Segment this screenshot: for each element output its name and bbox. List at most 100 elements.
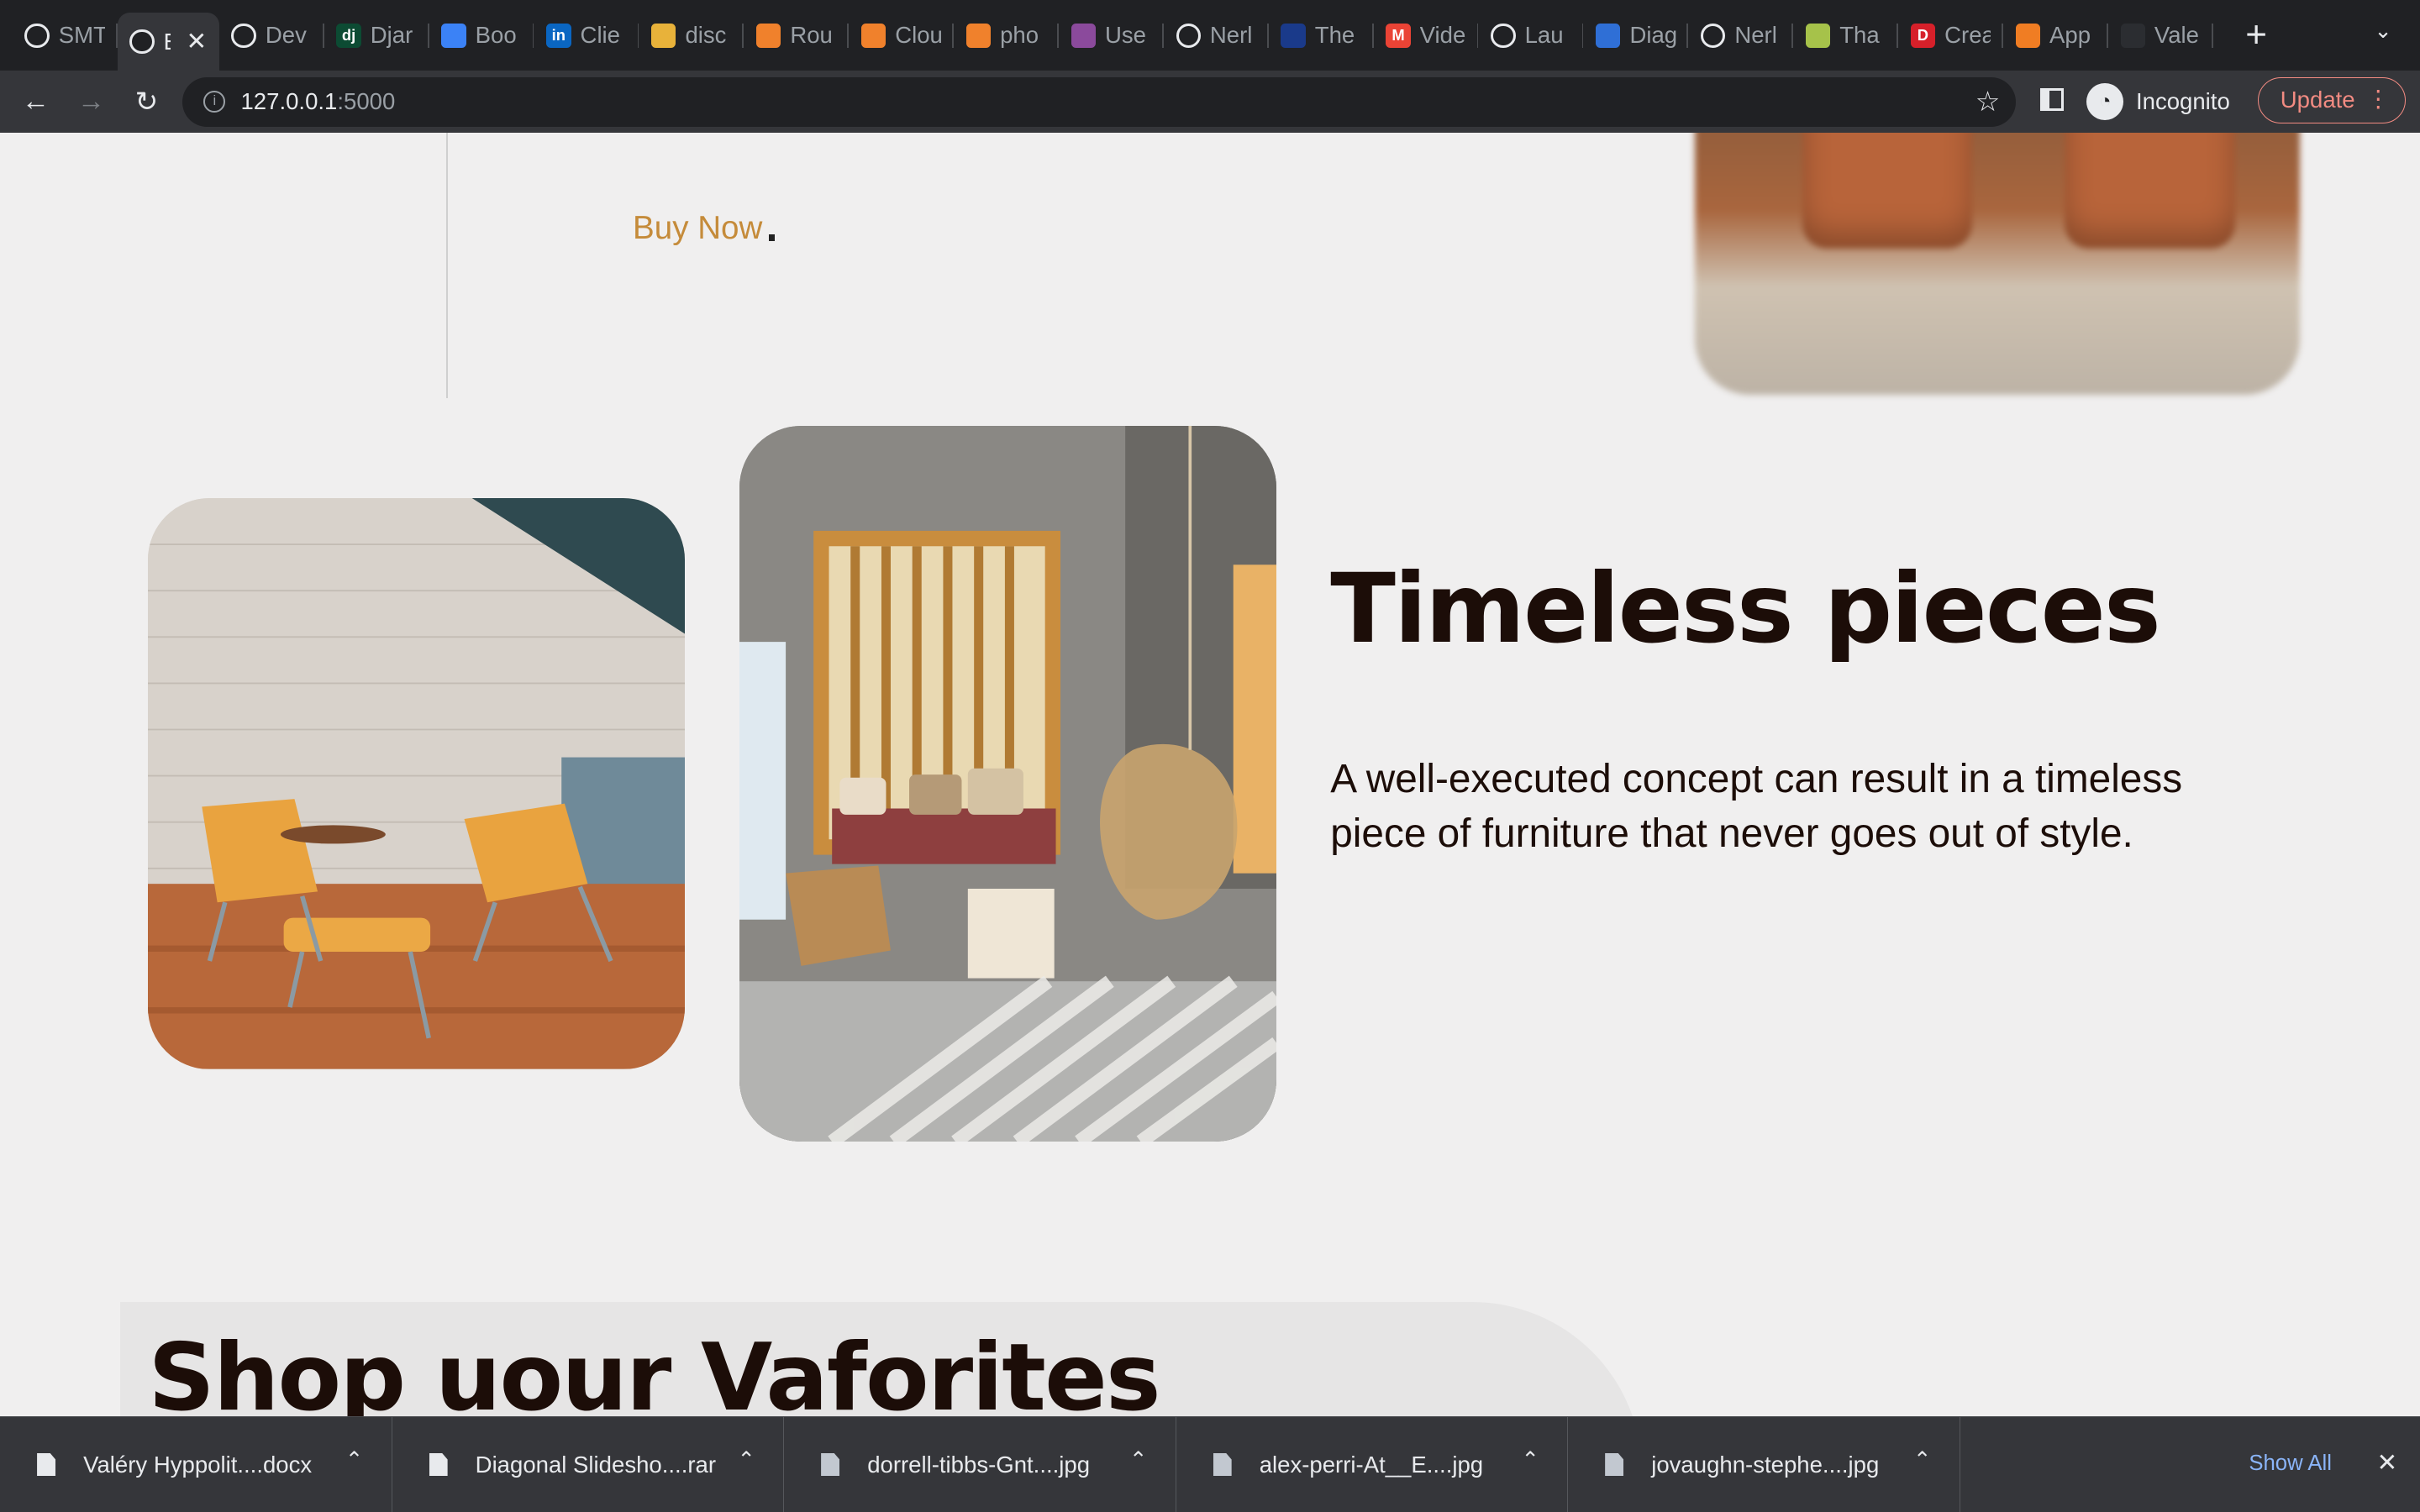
spinner-icon <box>441 23 466 48</box>
browser-tab[interactable]: M Vide <box>1374 9 1479 61</box>
tab-title: Tha <box>1839 22 1880 49</box>
browser-tab[interactable]: Lau <box>1478 9 1584 61</box>
diagram-icon <box>1596 23 1621 48</box>
browser-tab[interactable]: D Crea <box>1898 9 2003 61</box>
reload-button[interactable]: ↻ <box>118 85 174 118</box>
browser-tab[interactable]: Tha <box>1793 9 1899 61</box>
browser-tab[interactable]: dj Djar <box>324 9 429 61</box>
download-filename: Diagonal Slidesho....rar <box>475 1451 717 1478</box>
download-filename: Valéry Hyppolit....docx <box>83 1451 313 1478</box>
chevron-up-icon[interactable]: ⌃ <box>1521 1447 1539 1473</box>
chevron-up-icon[interactable]: ⌃ <box>737 1447 755 1473</box>
file-icon <box>1605 1452 1624 1477</box>
tab-title: Dev <box>265 22 307 49</box>
update-button[interactable]: Update ⋮ <box>2258 76 2407 123</box>
url-port: :5000 <box>337 88 396 115</box>
show-all-button[interactable]: Show All <box>2226 1439 2355 1488</box>
globe-icon <box>1491 23 1516 48</box>
tab-title: The <box>1314 22 1355 49</box>
hexagon-icon <box>1071 23 1096 48</box>
download-item[interactable]: alex-perri-At__E....jpg ⌃ <box>1176 1416 1569 1512</box>
favorites-title: Shop uour Vaforites <box>148 1323 1160 1417</box>
download-filename: alex-perri-At__E....jpg <box>1259 1451 1484 1478</box>
file-icon <box>429 1452 448 1477</box>
tab-strip: SMTE✕DevdjDjarBooinCliediscRouClouphoUse… <box>0 0 2420 71</box>
tab-title: Boo <box>475 22 517 49</box>
forward-button[interactable]: → <box>63 86 118 118</box>
file-icon <box>1213 1452 1232 1477</box>
tab-title: Nerl <box>1209 22 1253 49</box>
browser-tab[interactable]: Nerl <box>1164 9 1269 61</box>
globe-icon <box>1700 23 1726 48</box>
chairs-brick-wall-image <box>148 498 686 1069</box>
d-icon: D <box>1910 23 1936 48</box>
tab-title: Clou <box>895 22 942 49</box>
browser-tab[interactable]: Vale <box>2108 9 2213 61</box>
browser-tab[interactable]: SMT <box>13 9 118 61</box>
buy-now-dot <box>768 234 776 241</box>
tab-close-icon[interactable]: ✕ <box>186 27 207 56</box>
tab-title: disc <box>685 22 727 49</box>
browser-tab[interactable]: in Clie <box>534 9 639 61</box>
tab-title: Djar <box>370 22 413 49</box>
menu-dots-icon[interactable]: ⋮ <box>2366 86 2390 113</box>
tab-title: Lau <box>1524 22 1564 49</box>
buy-now-link[interactable]: Buy Now <box>633 210 762 247</box>
download-filename: dorrell-tibbs-Gnt....jpg <box>867 1451 1091 1478</box>
tab-title: Vide <box>1419 22 1466 49</box>
tab-title: E <box>164 29 171 55</box>
update-label: Update <box>2280 87 2355 113</box>
cushion-shape <box>2065 132 2235 249</box>
address-bar[interactable]: i 127.0.0.1:5000 ☆ <box>182 76 2016 127</box>
tab-title: Diag <box>1629 22 1676 49</box>
back-button[interactable]: ← <box>8 86 63 118</box>
box-icon <box>651 23 676 48</box>
browser-tab[interactable]: Dev <box>219 9 324 61</box>
browser-tab[interactable]: App <box>2003 9 2108 61</box>
file-icon <box>37 1452 56 1477</box>
side-panel-icon[interactable] <box>2040 87 2064 112</box>
browser-tab[interactable]: E✕ <box>117 12 219 71</box>
browser-tab[interactable]: Nerl <box>1688 9 1794 61</box>
browser-tab[interactable]: The <box>1269 9 1374 61</box>
section-heading: Timeless pieces <box>1330 552 2161 664</box>
close-icon[interactable]: ✕ <box>2377 1448 2398 1478</box>
download-item[interactable]: Valéry Hyppolit....docx ⌃ <box>0 1416 392 1512</box>
gmail-icon: M <box>1386 23 1411 48</box>
globe-icon <box>129 29 155 55</box>
download-item[interactable]: Diagonal Slidesho....rar ⌃ <box>392 1416 785 1512</box>
section-paragraph: A well-executed concept can result in a … <box>1330 757 2183 856</box>
new-tab-button[interactable]: + <box>2234 14 2277 56</box>
download-item[interactable]: dorrell-tibbs-Gnt....jpg ⌃ <box>784 1416 1176 1512</box>
info-icon[interactable]: i <box>203 91 226 113</box>
tab-title: Rou <box>790 22 833 49</box>
cube-icon <box>860 23 886 48</box>
browser-tab[interactable]: Boo <box>429 9 534 61</box>
file-icon <box>821 1452 840 1477</box>
browser-tab[interactable]: Clou <box>849 9 955 61</box>
chevron-up-icon[interactable]: ⌃ <box>1913 1447 1932 1473</box>
chevron-up-icon[interactable]: ⌃ <box>345 1447 364 1473</box>
chevron-up-icon[interactable]: ⌃ <box>1129 1447 1148 1473</box>
incognito-icon: ◔ <box>2086 83 2124 121</box>
downloads-bar: Valéry Hyppolit....docx ⌃ Diagonal Slidesh… <box>0 1416 2420 1512</box>
browser-tab[interactable]: pho <box>954 9 1059 61</box>
cushion-shape <box>1802 132 1973 249</box>
browser-tab[interactable]: Use <box>1059 9 1164 61</box>
browser-tab[interactable]: Diag <box>1583 9 1689 61</box>
wave-icon <box>1281 23 1306 48</box>
tab-title: Clie <box>580 22 621 49</box>
tab-title: Nerl <box>1734 22 1777 49</box>
download-item[interactable]: jovaughn-stephe....jpg ⌃ <box>1568 1416 1960 1512</box>
tab-title: Crea <box>1944 22 1991 49</box>
linkedin-icon: in <box>546 23 571 48</box>
browser-tab[interactable]: disc <box>639 9 744 61</box>
tab-search-chevron-icon[interactable]: ⌄ <box>2374 18 2392 44</box>
bookmark-star-icon[interactable]: ☆ <box>1975 85 2001 118</box>
browser-tab[interactable]: Rou <box>744 9 850 61</box>
incognito-label: Incognito <box>2135 88 2230 115</box>
globe-icon <box>1176 23 1201 48</box>
download-filename: jovaughn-stephe....jpg <box>1651 1451 1880 1478</box>
incognito-indicator[interactable]: ◔ Incognito <box>2086 79 2230 125</box>
tab-title: Vale <box>2154 22 2199 49</box>
